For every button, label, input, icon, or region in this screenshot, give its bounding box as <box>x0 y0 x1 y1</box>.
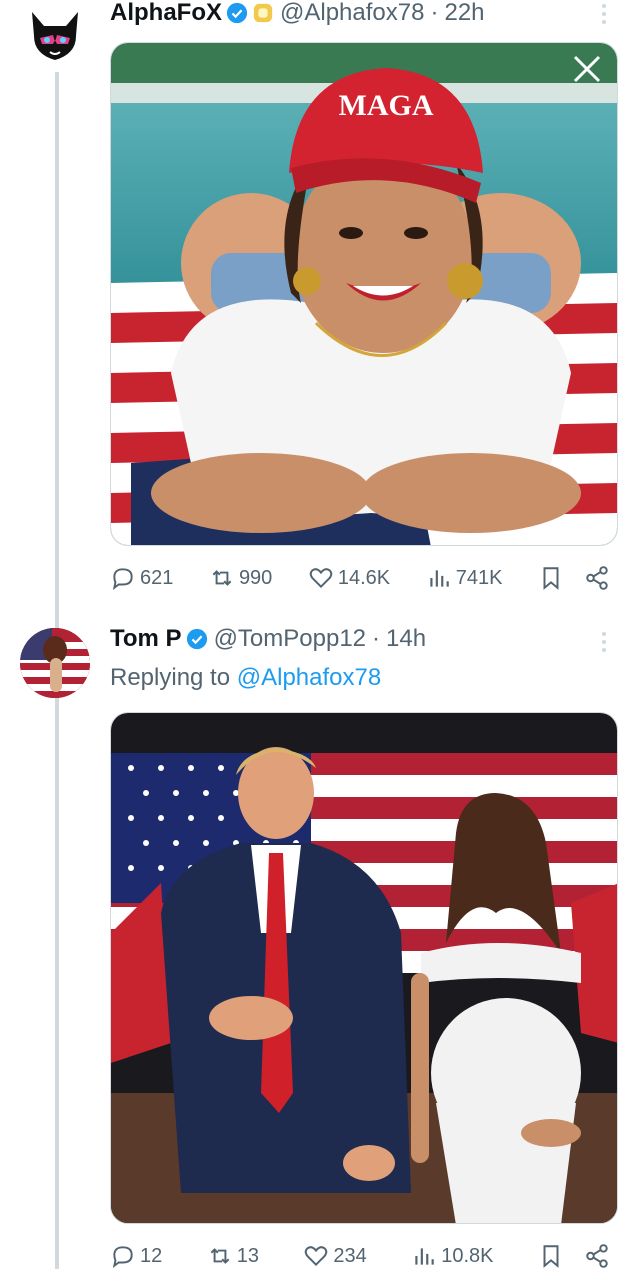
tweet-header: Tom P @TomPopp12 · 14h <box>110 625 426 653</box>
verified-badge-icon <box>186 628 207 650</box>
timestamp[interactable]: 14h <box>386 625 426 653</box>
bookmark-icon[interactable] <box>538 565 564 591</box>
fox-avatar-icon <box>32 12 78 60</box>
retweet-count: 13 <box>236 1244 259 1267</box>
share-icon[interactable] <box>584 1243 610 1269</box>
views-button[interactable]: 741K <box>426 565 503 591</box>
affiliate-badge-icon <box>253 3 273 23</box>
reply-button[interactable]: 12 <box>110 1243 162 1269</box>
retweet-button[interactable]: 13 <box>207 1243 259 1269</box>
photo-illustration: MAGA <box>111 43 617 545</box>
cap-text: MAGA <box>339 89 434 122</box>
more-options-icon[interactable] <box>602 4 608 24</box>
avatar[interactable] <box>20 628 90 698</box>
handle[interactable]: @Alphafox78 <box>280 0 424 27</box>
close-icon[interactable] <box>569 51 605 87</box>
separator: · <box>372 625 381 652</box>
avatar[interactable] <box>20 2 90 72</box>
retweet-count: 990 <box>238 566 273 589</box>
views-button[interactable]: 10.8K <box>411 1243 494 1269</box>
tweet-image[interactable] <box>110 712 618 1224</box>
like-count: 234 <box>333 1244 367 1267</box>
tweet-1[interactable]: AlphaFoX @Alphafox78 · 22h MAGA 621 990 … <box>0 0 640 610</box>
replying-prefix: Replying to <box>110 664 231 691</box>
replying-to: Replying to @Alphafox78 <box>110 664 381 692</box>
tweet-header: AlphaFoX @Alphafox78 · 22h <box>110 0 485 26</box>
display-name[interactable]: AlphaFoX <box>110 0 222 27</box>
display-name[interactable]: Tom P <box>110 625 182 653</box>
tweet-image[interactable]: MAGA <box>110 42 618 546</box>
replying-mention[interactable]: @Alphafox78 <box>237 664 381 691</box>
separator: · <box>430 0 439 26</box>
reply-count: 621 <box>140 566 174 589</box>
tweet-2[interactable]: Tom P @TomPopp12 · 14h Replying to @Alph… <box>0 620 640 1269</box>
handle[interactable]: @TomPopp12 <box>214 625 366 653</box>
share-icon[interactable] <box>584 565 610 591</box>
timestamp[interactable]: 22h <box>444 0 484 27</box>
like-button[interactable]: 14.6K <box>308 565 390 591</box>
views-icon <box>415 1248 434 1265</box>
action-bar: 621 990 14.6K 741K <box>110 562 610 594</box>
view-count: 10.8K <box>441 1244 494 1267</box>
heart-icon <box>309 568 333 589</box>
like-count: 14.6K <box>337 566 391 589</box>
flag-avatar-icon <box>20 628 90 698</box>
retweet-button[interactable]: 990 <box>209 565 272 591</box>
action-bar: 12 13 234 10.8K <box>110 1240 610 1269</box>
view-count: 741K <box>455 566 503 589</box>
reply-icon <box>112 568 133 591</box>
heart-icon <box>305 1246 328 1267</box>
retweet-icon <box>212 570 232 586</box>
retweet-icon <box>210 1248 230 1264</box>
bookmark-icon[interactable] <box>538 1243 564 1269</box>
reply-button[interactable]: 621 <box>110 565 173 591</box>
tweet-extra-actions <box>538 565 610 591</box>
photo-illustration <box>111 713 617 1223</box>
tweet-extra-actions <box>538 1243 610 1269</box>
like-button[interactable]: 234 <box>303 1243 367 1269</box>
verified-badge-icon <box>226 2 248 24</box>
reply-icon <box>112 1246 133 1269</box>
reply-count: 12 <box>140 1244 163 1267</box>
views-icon <box>430 570 449 587</box>
more-options-icon[interactable] <box>602 632 608 652</box>
